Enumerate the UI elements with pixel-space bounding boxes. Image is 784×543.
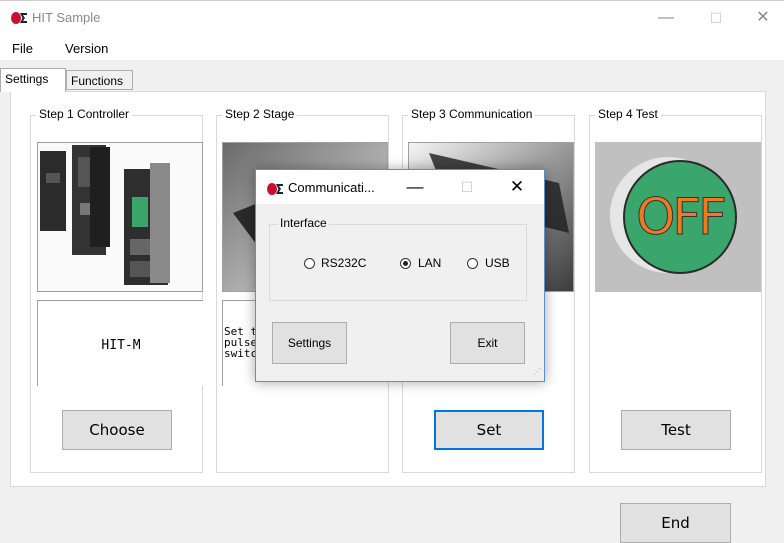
dialog-maximize-button[interactable]: ☐ [456, 177, 478, 197]
controller-image [37, 142, 203, 292]
usb-radio[interactable] [467, 258, 478, 269]
choose-button[interactable]: Choose [62, 410, 172, 450]
dialog-logo-icon [267, 183, 283, 195]
tab-settings[interactable]: Settings [0, 68, 66, 92]
close-button[interactable]: ✕ [752, 8, 774, 28]
communication-dialog: Communicati... — ☐ ✕ Interface RS232C LA… [255, 169, 545, 382]
rs232c-label[interactable]: RS232C [321, 256, 366, 270]
lan-label[interactable]: LAN [418, 256, 441, 270]
controller-textbox: HIT-M [37, 300, 203, 386]
interface-label: Interface [278, 216, 329, 230]
step1-label: Step 1 Controller [36, 107, 133, 121]
resize-grip[interactable]: ⋰ [533, 368, 541, 376]
exit-button[interactable]: Exit [450, 322, 525, 364]
step2-label: Step 2 Stage [222, 107, 298, 121]
usb-label[interactable]: USB [485, 256, 510, 270]
dialog-minimize-button[interactable]: — [404, 177, 426, 197]
end-button[interactable]: End [620, 503, 731, 543]
step4-label: Step 4 Test [595, 107, 661, 121]
rs232c-radio[interactable] [304, 258, 315, 269]
test-status-image: OFF [595, 142, 761, 292]
window-title: HIT Sample [32, 10, 101, 25]
test-button[interactable]: Test [621, 410, 731, 450]
off-indicator-text: OFF [636, 188, 728, 247]
menu-version[interactable]: Version [65, 41, 108, 56]
set-button[interactable]: Set [434, 410, 544, 450]
minimize-button[interactable]: — [655, 8, 677, 28]
menu-bar [0, 36, 784, 60]
tab-functions[interactable]: Functions [66, 70, 133, 90]
menu-file[interactable]: File [12, 41, 33, 56]
controller-name: HIT-M [101, 338, 141, 353]
dialog-close-button[interactable]: ✕ [506, 177, 528, 197]
settings-button[interactable]: Settings [272, 322, 347, 364]
dialog-title: Communicati... [288, 180, 375, 195]
app-logo-icon [11, 12, 27, 24]
maximize-button[interactable]: ☐ [705, 8, 727, 28]
lan-radio[interactable] [400, 258, 411, 269]
step3-label: Step 3 Communication [408, 107, 536, 121]
